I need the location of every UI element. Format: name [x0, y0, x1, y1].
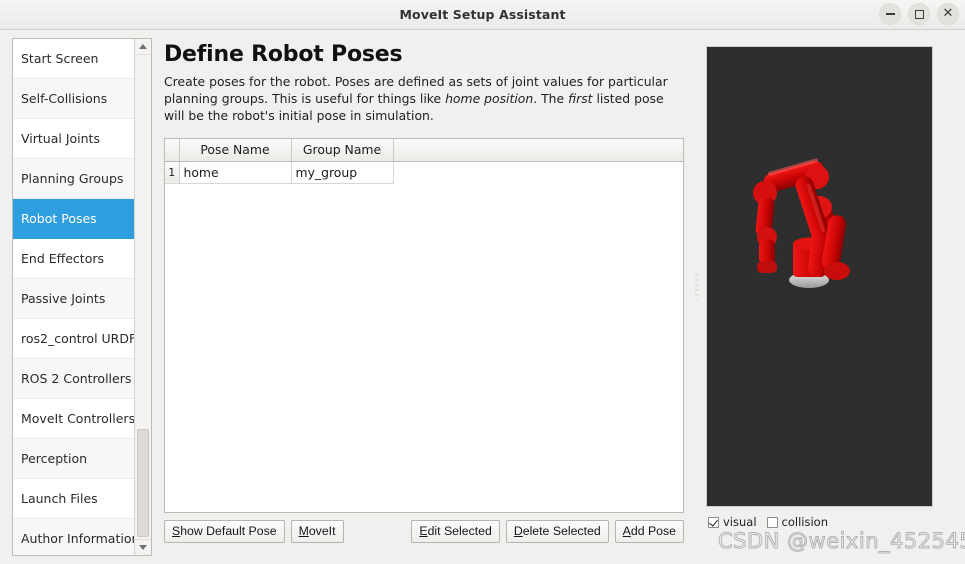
sidebar-item-label: Passive Joints	[21, 291, 106, 306]
sidebar-scrollbar[interactable]	[134, 39, 151, 555]
sidebar-item-label: ros2_control URDF M	[21, 331, 135, 346]
show-default-pose-mnemonic: S	[172, 524, 181, 538]
application-window: MoveIt Setup Assistant ✕ Start Screen Se…	[0, 0, 965, 564]
sidebar-item-author-information[interactable]: Author Information	[13, 519, 135, 555]
sidebar-item-passive-joints[interactable]: Passive Joints	[13, 279, 135, 319]
table-row[interactable]: 1 home my_group	[165, 161, 683, 184]
cell-group-name[interactable]: my_group	[291, 161, 394, 184]
table-corner-header	[165, 139, 180, 162]
navigation-sidebar: Start Screen Self-Collisions Virtual Joi…	[12, 38, 152, 556]
page-description: Create poses for the robot. Poses are de…	[164, 73, 684, 124]
sidebar-item-self-collisions[interactable]: Self-Collisions	[13, 79, 135, 119]
moveit-button[interactable]: MoveIt	[290, 520, 344, 543]
action-button-row: Show Default Pose MoveIt Edit Selected D…	[164, 520, 684, 543]
sidebar-item-label: Virtual Joints	[21, 131, 100, 146]
visualization-panel: visual collision	[702, 30, 965, 564]
sidebar-item-moveit-controllers[interactable]: MoveIt Controllers	[13, 399, 135, 439]
sidebar-item-label: ROS 2 Controllers	[21, 371, 132, 386]
sidebar-item-ros2-control-urdf[interactable]: ros2_control URDF M	[13, 319, 135, 359]
add-pose-label: dd Pose	[630, 524, 676, 538]
sidebar-item-label: Launch Files	[21, 491, 98, 506]
checkbox-unchecked-icon	[766, 516, 778, 528]
maximize-button[interactable]	[908, 3, 930, 25]
robot-3d-viewport[interactable]	[706, 46, 933, 507]
table-header-row: Pose Name Group Name	[165, 139, 683, 162]
checkbox-checked-icon	[708, 516, 719, 528]
description-text-2: . The	[533, 91, 569, 106]
collision-checkbox-label: collision	[781, 515, 828, 529]
sidebar-item-perception[interactable]: Perception	[13, 439, 135, 479]
scroll-down-arrow-icon[interactable]	[135, 539, 151, 555]
edit-selected-button[interactable]: Edit Selected	[411, 520, 500, 543]
moveit-label: oveIt	[308, 524, 336, 538]
sidebar-container: Start Screen Self-Collisions Virtual Joi…	[0, 30, 152, 564]
page-title: Define Robot Poses	[164, 42, 403, 67]
sidebar-item-end-effectors[interactable]: End Effectors	[13, 239, 135, 279]
scroll-up-arrow-icon[interactable]	[135, 39, 151, 55]
sidebar-list: Start Screen Self-Collisions Virtual Joi…	[13, 39, 135, 555]
window-controls: ✕	[879, 3, 959, 25]
visual-checkbox[interactable]: visual	[708, 515, 757, 529]
render-options: visual collision	[706, 515, 955, 529]
minimize-icon	[885, 13, 895, 15]
column-header-group-name[interactable]: Group Name	[291, 139, 394, 162]
robot-model	[753, 158, 850, 288]
minimize-button[interactable]	[879, 3, 901, 25]
poses-table-head: Pose Name Group Name	[165, 139, 683, 162]
show-default-pose-label: how Default Pose	[180, 524, 277, 538]
sidebar-item-label: Self-Collisions	[21, 91, 108, 106]
description-italic-1: home position	[445, 91, 534, 106]
sidebar-item-ros2-controllers[interactable]: ROS 2 Controllers	[13, 359, 135, 399]
cell-pose-name[interactable]: home	[179, 161, 292, 184]
maximize-icon	[914, 9, 924, 19]
poses-table-container[interactable]: Pose Name Group Name 1 home my_group	[164, 138, 684, 513]
edit-selected-label: dit Selected	[427, 524, 492, 538]
visual-checkbox-label: visual	[723, 515, 757, 529]
sidebar-item-virtual-joints[interactable]: Virtual Joints	[13, 119, 135, 159]
add-pose-button[interactable]: Add Pose	[614, 520, 684, 543]
sidebar-item-launch-files[interactable]: Launch Files	[13, 479, 135, 519]
delete-selected-button[interactable]: Delete Selected	[505, 520, 609, 543]
sidebar-item-start-screen[interactable]: Start Screen	[13, 39, 135, 79]
moveit-mnemonic: M	[298, 524, 309, 538]
sidebar-item-label: Planning Groups	[21, 171, 124, 186]
sidebar-item-label: Perception	[21, 451, 88, 466]
sidebar-item-label: Author Information	[21, 531, 135, 546]
column-header-filler	[393, 139, 683, 162]
poses-table-body: 1 home my_group	[165, 161, 683, 184]
collision-checkbox[interactable]: collision	[766, 515, 828, 529]
main-panel: Define Robot Poses Create poses for the …	[152, 30, 692, 564]
scrollbar-thumb[interactable]	[137, 429, 149, 537]
sidebar-item-robot-poses[interactable]: Robot Poses	[13, 199, 135, 239]
delete-selected-label: elete Selected	[522, 524, 601, 538]
splitter-grip-icon	[695, 274, 699, 300]
window-title: MoveIt Setup Assistant	[399, 7, 566, 22]
show-default-pose-button[interactable]: Show Default Pose	[164, 520, 285, 543]
poses-table: Pose Name Group Name 1 home my_group	[165, 139, 683, 184]
sidebar-item-label: MoveIt Controllers	[21, 411, 135, 426]
edit-selected-mnemonic: E	[419, 524, 428, 538]
window-content: Start Screen Self-Collisions Virtual Joi…	[0, 30, 965, 564]
description-italic-2: first	[568, 91, 593, 106]
sidebar-item-label: Start Screen	[21, 51, 99, 66]
row-index: 1	[165, 161, 180, 184]
close-button[interactable]: ✕	[937, 3, 959, 25]
cell-filler	[393, 161, 683, 183]
column-header-pose-name[interactable]: Pose Name	[179, 139, 292, 162]
panel-splitter[interactable]	[692, 30, 702, 564]
sidebar-item-label: Robot Poses	[21, 211, 97, 226]
delete-selected-mnemonic: D	[513, 524, 523, 538]
close-icon: ✕	[942, 6, 954, 21]
add-pose-mnemonic: A	[622, 524, 631, 538]
sidebar-item-planning-groups[interactable]: Planning Groups	[13, 159, 135, 199]
title-bar: MoveIt Setup Assistant ✕	[0, 0, 965, 30]
sidebar-item-label: End Effectors	[21, 251, 105, 266]
